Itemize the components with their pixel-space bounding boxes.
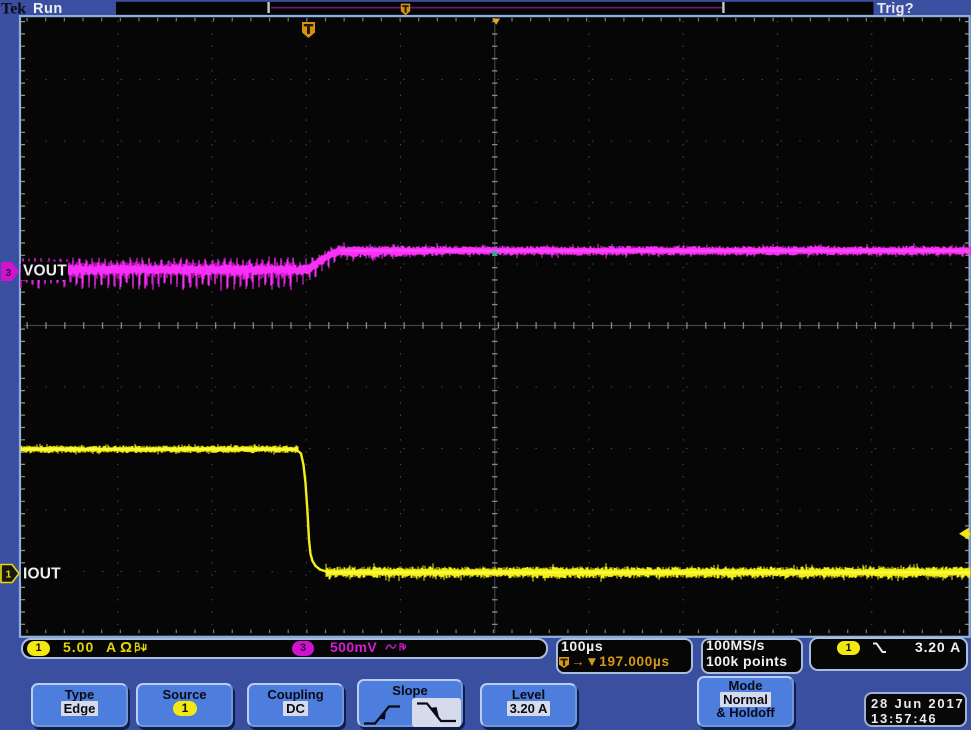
svg-text:3: 3 <box>6 267 12 279</box>
svg-text:Tek: Tek <box>1 1 26 18</box>
svg-text:Run: Run <box>33 1 63 17</box>
svg-text:Trig?: Trig? <box>877 1 914 17</box>
svg-text:1: 1 <box>6 569 12 581</box>
svg-text:IOUT: IOUT <box>23 566 61 583</box>
svg-text:VOUT: VOUT <box>23 262 67 279</box>
